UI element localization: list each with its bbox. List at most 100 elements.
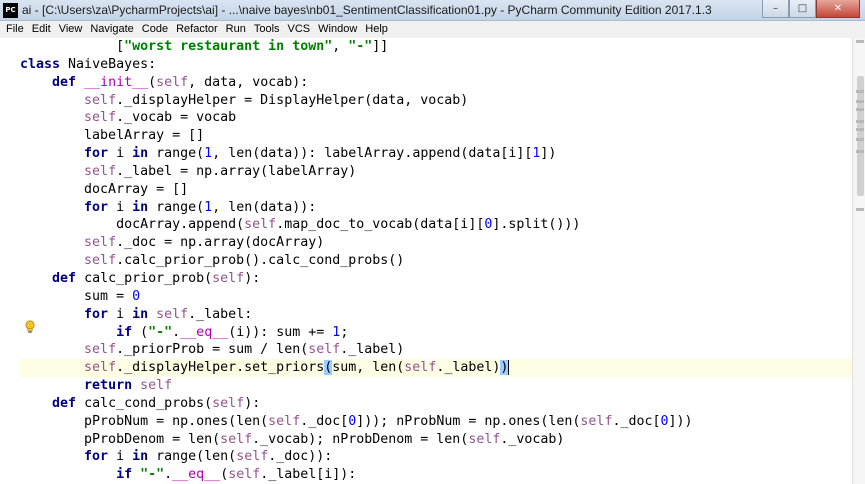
code-token: .map_doc_to_vocab(data[i][ bbox=[276, 217, 485, 233]
code-token: ._vocab = vocab bbox=[116, 110, 237, 126]
pycharm-app-icon[interactable]: PC bbox=[3, 2, 18, 18]
code-line[interactable]: self._displayHelper = DisplayHelper(data… bbox=[20, 92, 852, 110]
code-token: , len(data)): labelArray.append(data[i][ bbox=[212, 146, 533, 162]
menu-vcs[interactable]: VCS bbox=[284, 21, 315, 38]
code-token: def bbox=[52, 395, 85, 411]
code-token: self bbox=[84, 110, 117, 126]
code-token: 0 bbox=[132, 288, 141, 304]
code-token: for bbox=[84, 199, 117, 215]
code-token: self bbox=[84, 360, 117, 376]
menu-tools[interactable]: Tools bbox=[250, 21, 284, 38]
code-token: ._displayHelper.set_priors bbox=[116, 360, 325, 376]
code-line[interactable]: pProbNum = np.ones(len(self._doc[0])); n… bbox=[20, 413, 852, 431]
menu-navigate[interactable]: Navigate bbox=[86, 21, 137, 38]
lightbulb-icon[interactable] bbox=[24, 319, 36, 333]
code-token: 1 bbox=[204, 146, 213, 162]
code-token: "-" bbox=[348, 39, 373, 54]
code-token: sum = bbox=[20, 288, 133, 304]
code-token: ._priorProb = sum / len( bbox=[116, 342, 309, 358]
code-token: ._doc = np.array(docArray) bbox=[116, 235, 325, 251]
vertical-scrollbar[interactable] bbox=[852, 38, 865, 484]
window-titlebar[interactable]: PC ai - [C:\Users\za\PycharmProjects\ai]… bbox=[0, 0, 865, 21]
code-line[interactable]: def __init__(self, data, vocab): bbox=[20, 74, 852, 92]
menu-file[interactable]: File bbox=[2, 21, 28, 38]
menu-view[interactable]: View bbox=[55, 21, 87, 38]
code-token: self bbox=[140, 378, 173, 394]
code-line[interactable]: ["worst restaurant in town", "-"]] bbox=[20, 38, 852, 56]
minimize-button[interactable]: – bbox=[762, 0, 789, 18]
code-line[interactable]: class NaiveBayes: bbox=[20, 56, 852, 74]
code-line[interactable]: docArray = [] bbox=[20, 181, 852, 199]
code-token: self bbox=[244, 217, 277, 233]
code-line[interactable]: labelArray = [] bbox=[20, 127, 852, 145]
code-token: ]] bbox=[372, 39, 389, 54]
code-line[interactable]: self._displayHelper.set_priors(sum, len(… bbox=[20, 359, 852, 378]
code-line[interactable]: self._label = np.array(labelArray) bbox=[20, 163, 852, 181]
code-token: 0 bbox=[660, 413, 669, 429]
code-line[interactable]: for i in range(1, len(data)): bbox=[20, 199, 852, 217]
menu-refactor[interactable]: Refactor bbox=[172, 21, 222, 38]
editor-gutter[interactable] bbox=[0, 38, 20, 484]
code-token: ._label) bbox=[340, 342, 405, 358]
code-line[interactable]: return self bbox=[20, 377, 852, 395]
code-line[interactable]: for i in range(1, len(data)): labelArray… bbox=[20, 145, 852, 163]
code-token: self bbox=[268, 413, 301, 429]
code-token: sum, len( bbox=[332, 360, 405, 376]
code-token: .calc_prior_prob().calc_cond_probs() bbox=[116, 253, 405, 269]
code-area[interactable]: ["worst restaurant in town", "-"]] class … bbox=[20, 38, 852, 484]
code-token: ])); nProbNum = np.ones(len( bbox=[356, 413, 581, 429]
maximize-button[interactable]: □ bbox=[789, 0, 816, 18]
code-token: for bbox=[84, 306, 117, 322]
menu-window[interactable]: Window bbox=[314, 21, 361, 38]
menu-run[interactable]: Run bbox=[222, 21, 250, 38]
menu-edit[interactable]: Edit bbox=[28, 21, 55, 38]
code-token: class bbox=[20, 56, 69, 72]
code-token: ( bbox=[140, 324, 149, 340]
window-controls: – □ ✕ bbox=[762, 0, 860, 19]
code-token: i bbox=[116, 449, 133, 465]
code-token: ]) bbox=[540, 146, 557, 162]
code-token: i bbox=[116, 199, 133, 215]
scrollbar-thumb[interactable] bbox=[857, 76, 864, 196]
scroll-marker bbox=[856, 108, 864, 111]
code-token: range( bbox=[156, 199, 205, 215]
code-line[interactable]: self._priorProb = sum / len(self._label) bbox=[20, 341, 852, 359]
code-token: . bbox=[164, 467, 173, 483]
code-line[interactable]: docArray.append(self.map_doc_to_vocab(da… bbox=[20, 216, 852, 234]
code-line[interactable]: if ("-".__eq__(i)): sum += 1; bbox=[20, 324, 852, 342]
close-button[interactable]: ✕ bbox=[816, 0, 860, 18]
code-line[interactable]: if "-".__eq__(self._label[i]): bbox=[20, 466, 852, 484]
code-line[interactable]: self._doc = np.array(docArray) bbox=[20, 234, 852, 252]
code-line[interactable]: for i in range(len(self._doc)): bbox=[20, 448, 852, 466]
code-line[interactable]: def calc_prior_prob(self): bbox=[20, 270, 852, 288]
code-token: def bbox=[52, 270, 85, 286]
code-line[interactable]: pProbDenom = len(self._vocab); nProbDeno… bbox=[20, 431, 852, 449]
code-line[interactable]: self._vocab = vocab bbox=[20, 109, 852, 127]
code-token: range(len( bbox=[156, 449, 237, 465]
code-line[interactable]: for i in self._label: bbox=[20, 306, 852, 324]
code-token: 1 bbox=[204, 199, 213, 215]
code-line[interactable]: sum = 0 bbox=[20, 288, 852, 306]
code-token: docArray = [] bbox=[20, 181, 189, 197]
code-token: "-" bbox=[140, 467, 165, 483]
code-token: ): bbox=[244, 270, 261, 286]
code-token: self bbox=[580, 413, 613, 429]
code-line[interactable]: def calc_cond_probs(self): bbox=[20, 395, 852, 413]
code-token: self bbox=[212, 270, 245, 286]
code-token: self bbox=[84, 92, 117, 108]
menu-help[interactable]: Help bbox=[361, 21, 392, 38]
code-line[interactable]: self.calc_prior_prob().calc_cond_probs() bbox=[20, 252, 852, 270]
code-editor[interactable]: ["worst restaurant in town", "-"]] class … bbox=[0, 38, 852, 484]
menu-code[interactable]: Code bbox=[138, 21, 172, 38]
code-token: ._label = np.array(labelArray) bbox=[116, 163, 357, 179]
code-token: ._doc[ bbox=[612, 413, 661, 429]
